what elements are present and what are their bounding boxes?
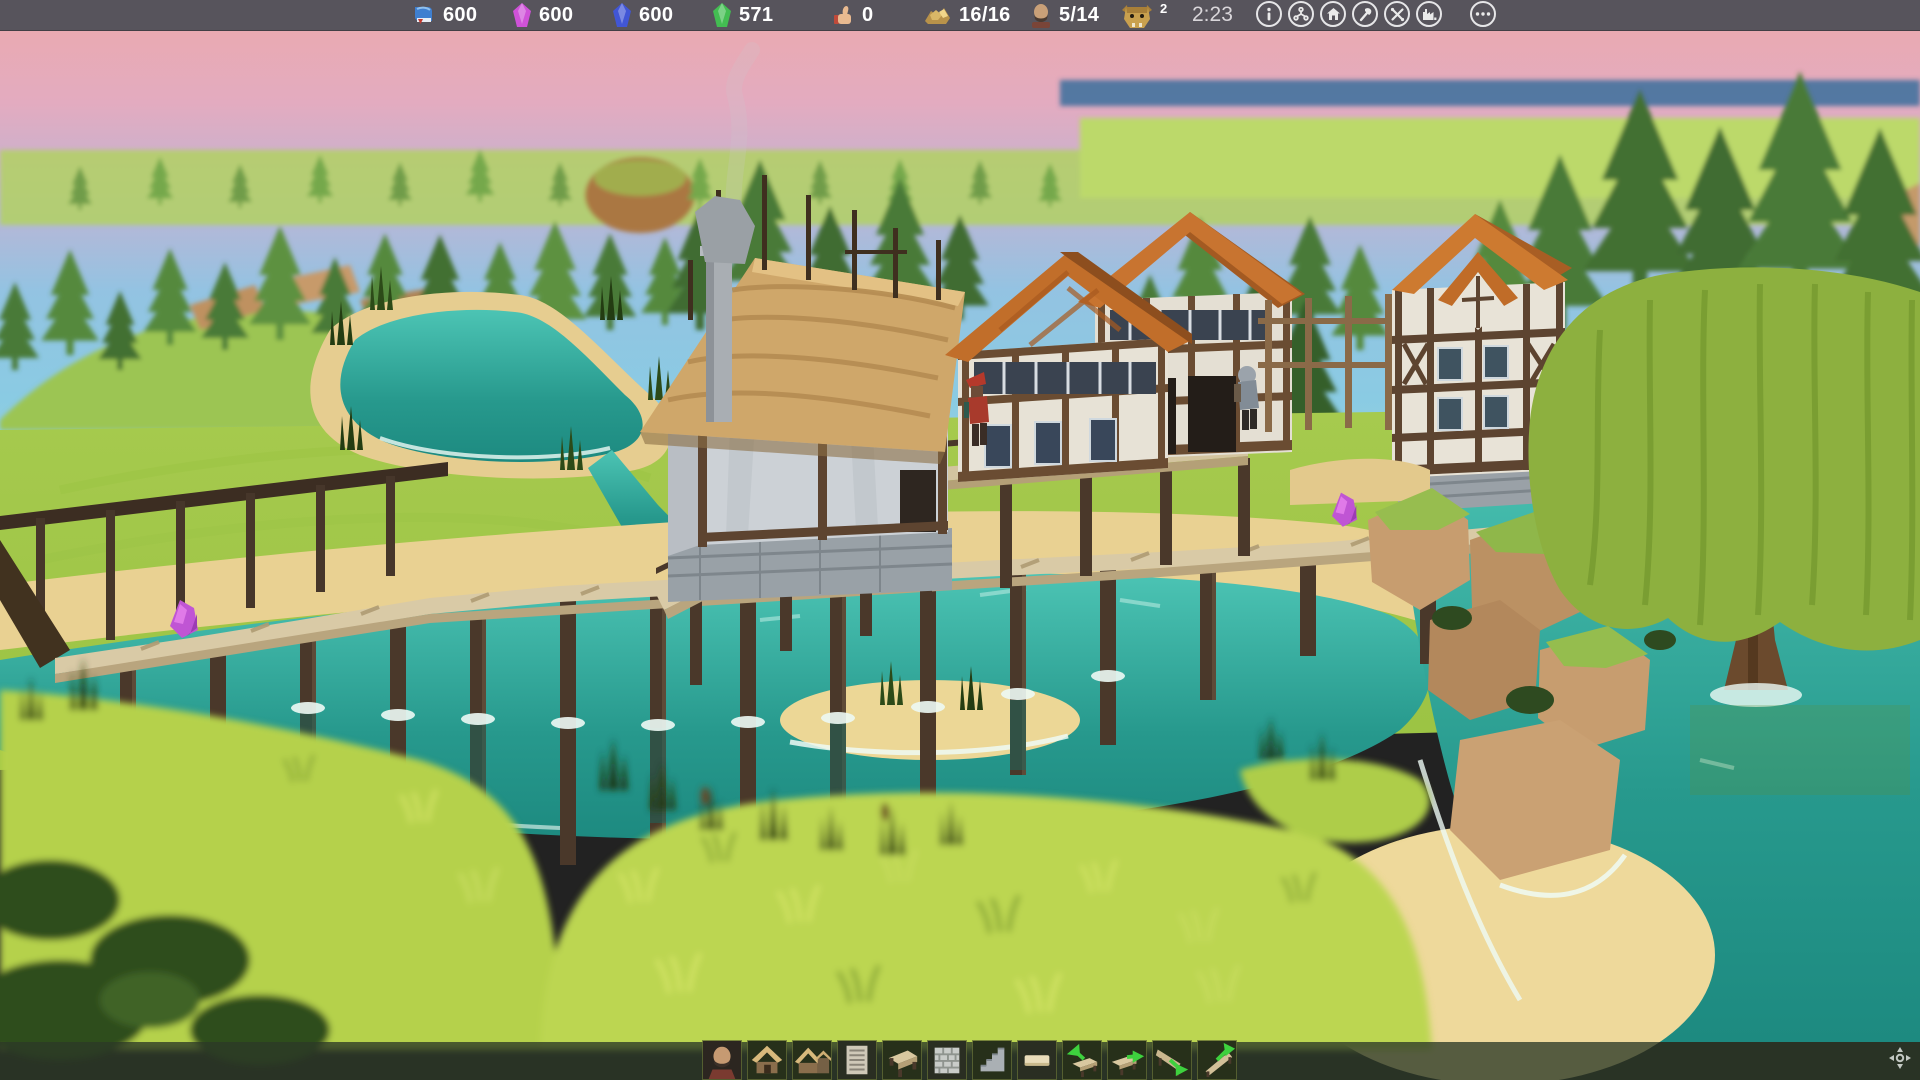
resource-value: 5/14: [1059, 4, 1099, 27]
gold-pile-icon: [922, 3, 952, 27]
tools-button[interactable]: [1384, 1, 1410, 27]
resource-approval: 0: [833, 0, 873, 30]
info-button[interactable]: [1256, 1, 1282, 27]
resource-blue-crystal: 600: [612, 0, 673, 30]
resource-enemies: 2: [1122, 0, 1167, 30]
slot-platform-arrow-right[interactable]: [1107, 1040, 1147, 1080]
slot-thatched-house[interactable]: [747, 1040, 787, 1080]
villager-icon: [1030, 2, 1052, 28]
resource-knowledge: 600: [412, 0, 477, 30]
slot-villager-portrait[interactable]: [702, 1040, 742, 1080]
orc-icon: [1122, 1, 1152, 29]
resource-value: 600: [539, 4, 573, 27]
resource-value: 600: [639, 4, 673, 27]
resource-value: 0: [862, 4, 873, 27]
slot-ramp-arrow-up[interactable]: [1197, 1040, 1237, 1080]
game-timer: 2:23: [1192, 0, 1233, 30]
slot-ramp-arrow-down[interactable]: [1152, 1040, 1192, 1080]
slot-blueprint-panel[interactable]: [837, 1040, 877, 1080]
crystal-icon: [612, 2, 632, 29]
book-icon: [412, 4, 436, 26]
slot-stone-stairs[interactable]: [972, 1040, 1012, 1080]
slot-thatched-house-alt[interactable]: [792, 1040, 832, 1080]
home-button[interactable]: [1320, 1, 1346, 27]
resource-gold: 16/16: [922, 0, 1011, 30]
resource-pink-crystal: 600: [512, 0, 573, 30]
build-button[interactable]: [1352, 1, 1378, 27]
game-viewport[interactable]: [0, 0, 1920, 1080]
crystal-icon: [512, 2, 532, 29]
resource-value: 571: [739, 4, 773, 27]
resource-value: 16/16: [959, 4, 1011, 27]
resource-value: 600: [443, 4, 477, 27]
menu-buttons: [1256, 1, 1496, 27]
slot-platform-arrow-up-left[interactable]: [1062, 1040, 1102, 1080]
industry-button[interactable]: [1416, 1, 1442, 27]
slot-floor-tile[interactable]: [1017, 1040, 1057, 1080]
pan-camera-icon[interactable]: [1888, 1046, 1912, 1075]
slot-wooden-platform[interactable]: [882, 1040, 922, 1080]
research-tree-button[interactable]: [1288, 1, 1314, 27]
resource-value: 2: [1160, 1, 1168, 16]
resource-green-crystal: 571: [712, 0, 773, 30]
top-resource-bar: 600 600 600 571: [0, 0, 1920, 31]
thumbs-up-icon: [833, 4, 855, 26]
more-button[interactable]: [1470, 1, 1496, 27]
game-screen: 600 600 600 571: [0, 0, 1920, 1080]
resource-population: 5/14: [1030, 0, 1099, 30]
crystal-icon: [712, 2, 732, 29]
slot-stone-brick-wall[interactable]: [927, 1040, 967, 1080]
build-toolbar: [702, 1040, 1237, 1080]
